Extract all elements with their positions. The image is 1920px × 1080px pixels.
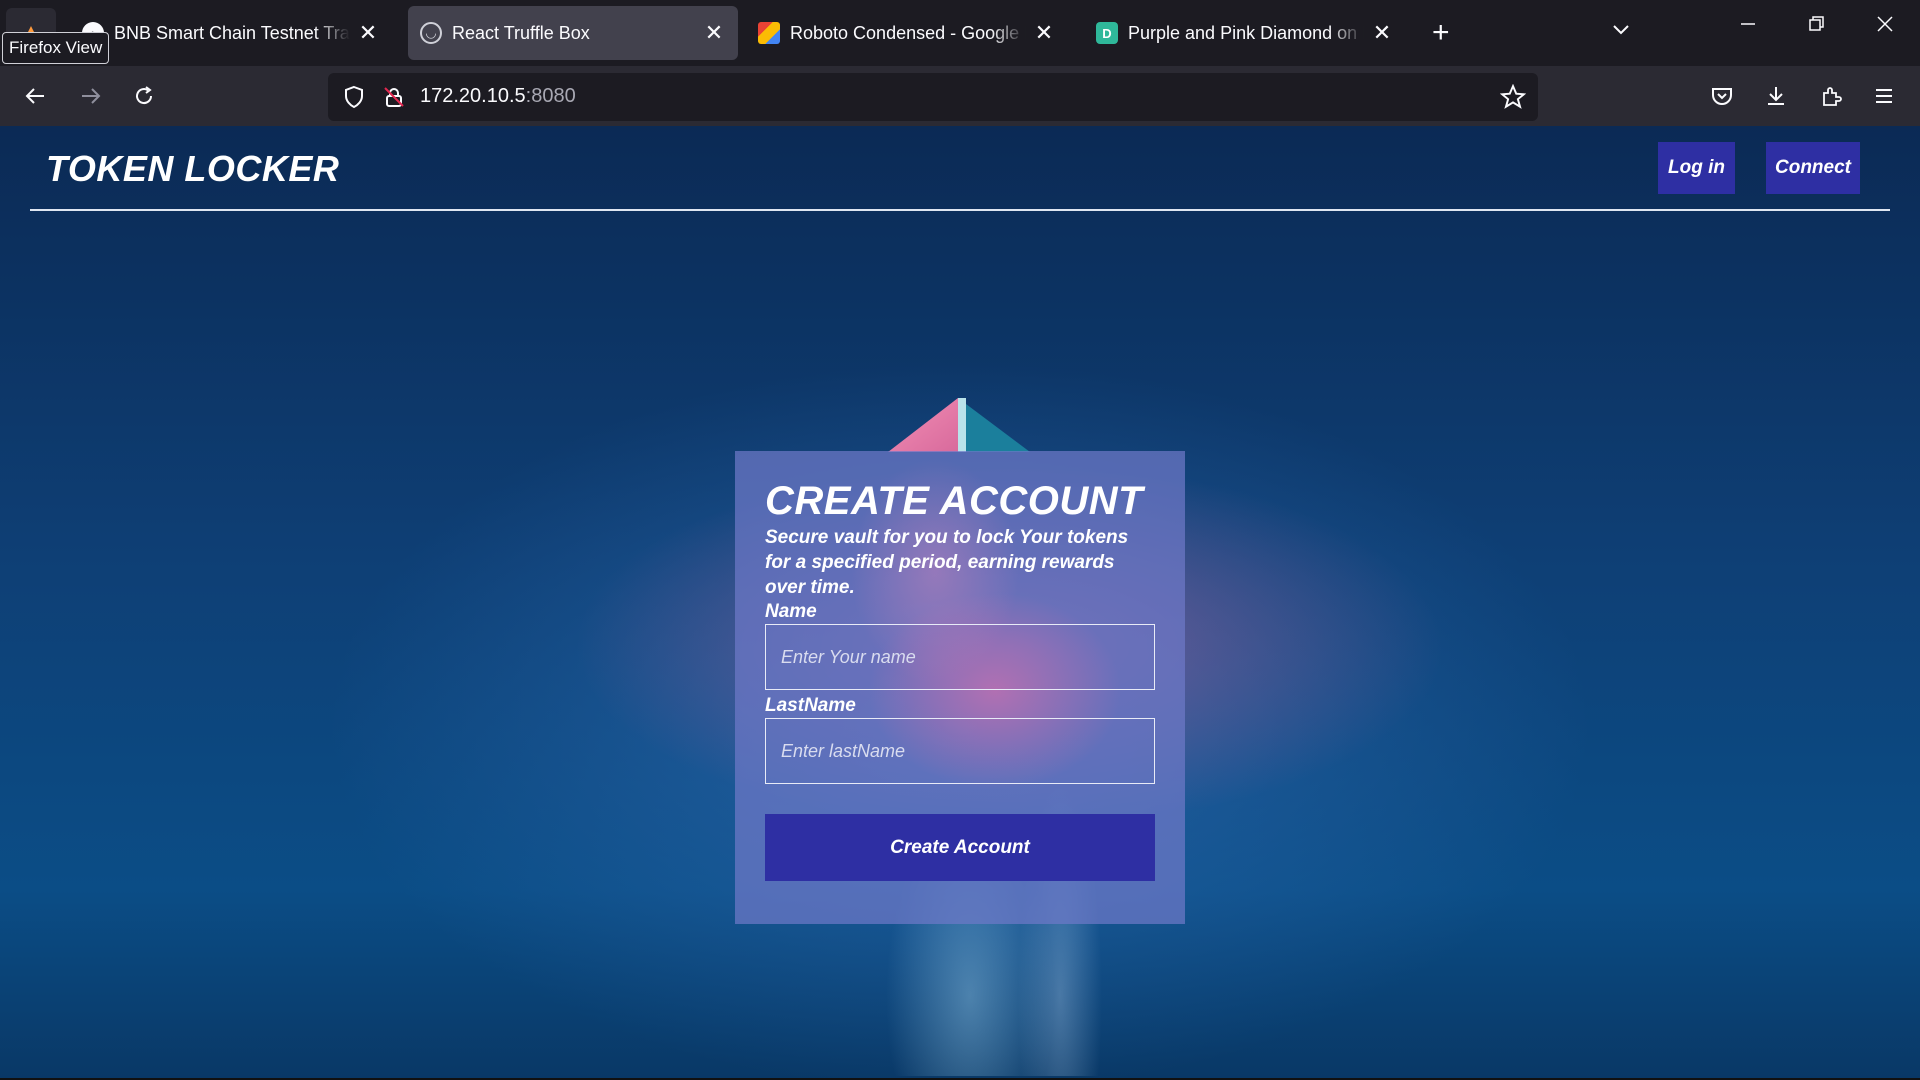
tab-bnb[interactable]: ◐ BNB Smart Chain Testnet Transa ✕ — [70, 6, 392, 60]
lastname-input[interactable] — [765, 718, 1155, 784]
form-subtitle: Secure vault for you to lock Your tokens… — [765, 527, 1129, 598]
tab-roboto-condensed[interactable]: Roboto Condensed - Google Fo ✕ — [746, 6, 1068, 60]
address-bar[interactable]: 172.20.10.5:8080 — [328, 73, 1538, 121]
close-tab-icon[interactable]: ✕ — [1032, 20, 1056, 46]
navigation-toolbar: 172.20.10.5:8080 — [0, 66, 1920, 126]
form-title: CREATE ACCOUNT — [765, 479, 1144, 523]
brand-logo-text: TOKEN LOCKER — [46, 148, 340, 189]
close-tab-icon[interactable]: ✕ — [702, 20, 726, 46]
tab-title: BNB Smart Chain Testnet Transa — [114, 22, 350, 43]
url-port: :8080 — [525, 85, 576, 107]
tab-bar: Firefox View ◐ BNB Smart Chain Testnet T… — [0, 0, 1920, 66]
minimize-icon[interactable] — [1738, 14, 1758, 40]
pocket-icon[interactable] — [1706, 80, 1738, 112]
name-input[interactable] — [765, 624, 1155, 690]
close-tab-icon[interactable]: ✕ — [356, 20, 380, 46]
back-arrow-icon[interactable] — [20, 80, 52, 112]
close-window-icon[interactable] — [1875, 14, 1895, 40]
image-favicon-icon: D — [1096, 22, 1118, 44]
connect-button[interactable]: Connect — [1766, 142, 1860, 194]
google-fonts-favicon-icon — [758, 22, 780, 44]
create-account-card: CREATE ACCOUNT Secure vault for you to l… — [735, 451, 1185, 924]
page-content: TOKEN LOCKER Log in Connect CREATE ACCOU… — [0, 126, 1920, 1080]
lastname-label: LastName — [765, 695, 856, 716]
restore-icon[interactable] — [1806, 14, 1826, 40]
tab-title: Roboto Condensed - Google Fo — [790, 22, 1026, 43]
diamond-illustration — [888, 398, 1030, 452]
url-host: 172.20.10.5 — [420, 85, 526, 107]
downloads-icon[interactable] — [1760, 80, 1792, 112]
tracking-protection-shield-icon[interactable] — [342, 85, 366, 109]
firefox-view-tooltip: Firefox View — [2, 32, 110, 64]
create-account-button[interactable]: Create Account — [765, 814, 1155, 881]
tab-title: React Truffle Box — [452, 22, 590, 43]
insecure-lock-icon[interactable] — [382, 85, 406, 109]
new-tab-icon[interactable]: + — [1432, 16, 1450, 50]
tab-title: Purple and Pink Diamond on Bl — [1128, 22, 1364, 43]
tab-purple-pink-diamond[interactable]: D Purple and Pink Diamond on Bl ✕ — [1084, 6, 1406, 60]
forward-arrow-icon[interactable] — [74, 80, 106, 112]
login-button[interactable]: Log in — [1658, 142, 1735, 194]
close-tab-icon[interactable]: ✕ — [1370, 20, 1394, 46]
bookmark-star-icon[interactable] — [1500, 84, 1526, 110]
list-all-tabs-chevron-icon[interactable] — [1610, 18, 1632, 45]
tab-react-truffle-box[interactable]: ◡ React Truffle Box ✕ — [408, 6, 738, 60]
site-header: TOKEN LOCKER Log in Connect — [30, 126, 1890, 211]
truffle-favicon-icon: ◡ — [420, 22, 442, 44]
extensions-icon[interactable] — [1815, 80, 1847, 112]
url-text[interactable]: 172.20.10.5:8080 — [420, 85, 576, 108]
app-menu-hamburger-icon[interactable] — [1868, 80, 1900, 112]
reload-icon[interactable] — [128, 80, 160, 112]
name-label: Name — [765, 601, 817, 622]
